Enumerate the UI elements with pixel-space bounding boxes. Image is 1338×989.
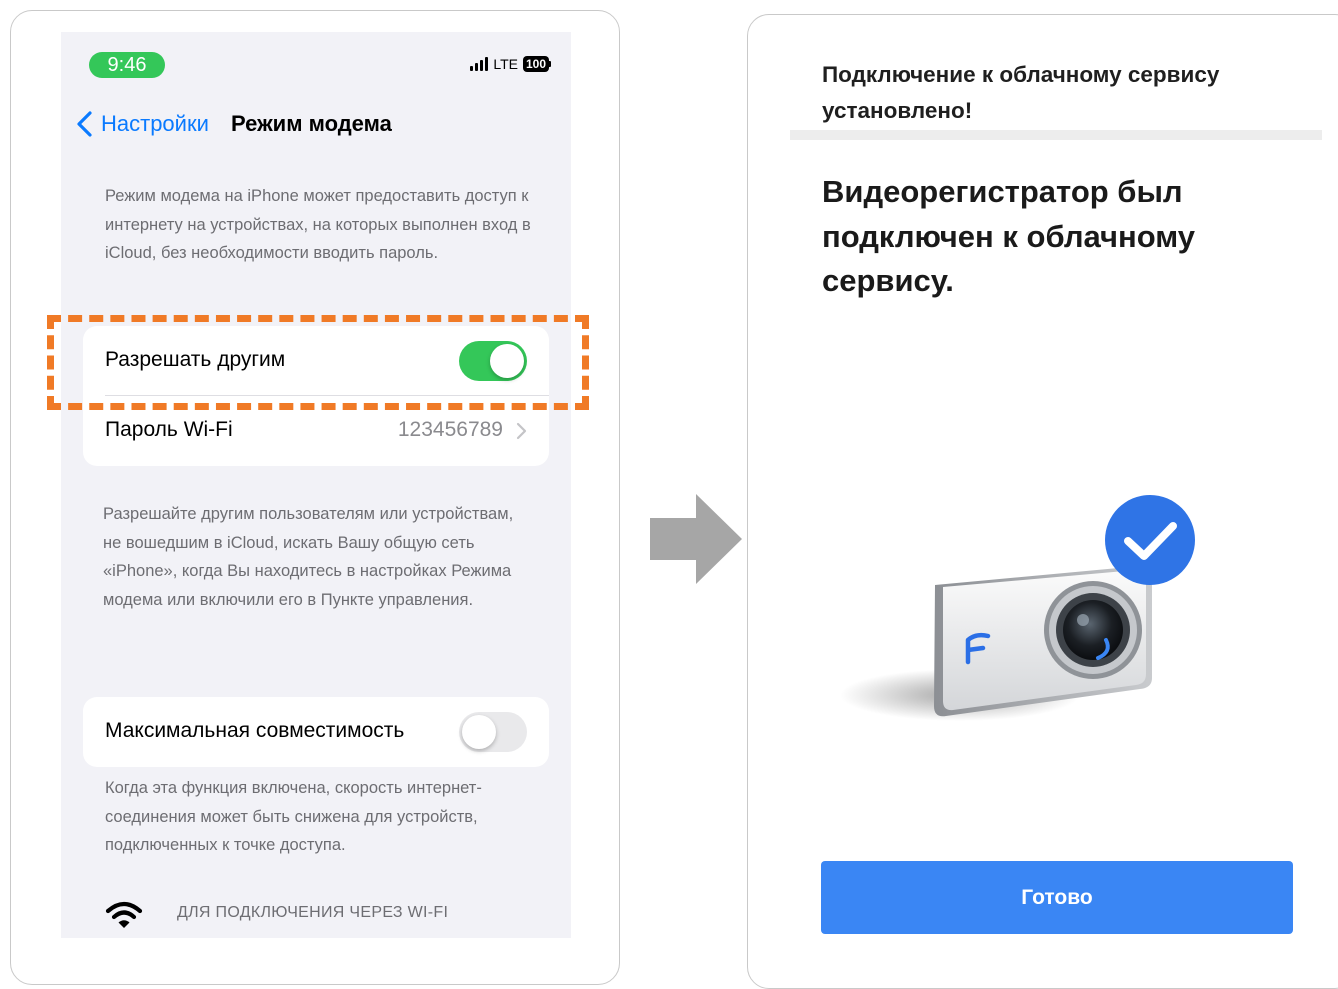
- max-compatibility-description: Когда эта функция включена, скорость инт…: [105, 779, 482, 855]
- highlight-annotation: [47, 315, 589, 410]
- dashcam-connected-illustration: [840, 495, 1195, 721]
- header-divider: [790, 130, 1322, 140]
- wifi-icon: [105, 901, 143, 928]
- max-compatibility-toggle[interactable]: [459, 712, 527, 752]
- chevron-left-icon[interactable]: [73, 110, 97, 138]
- arrow-right-icon: [650, 494, 742, 584]
- wifi-connection-section: ДЛЯ ПОДКЛЮЧЕНИЯ ЧЕРЕЗ WI-FI: [61, 892, 571, 938]
- chevron-right-icon: [516, 422, 527, 440]
- success-message: Видеорегистратор был подключен к облачно…: [822, 174, 1195, 298]
- navigation-bar: Настройки Режим модема: [61, 106, 571, 142]
- page-title: Режим модема: [231, 111, 392, 136]
- hotspot-description: Режим модема на iPhone может предоставит…: [105, 187, 531, 263]
- max-compatibility-row[interactable]: Максимальная совместимость: [83, 697, 549, 767]
- max-compatibility-label: Максимальная совместимость: [105, 719, 405, 742]
- wifi-password-value: 123456789: [397, 418, 503, 441]
- screen-header-title: Подключение к облачному сервису установл…: [822, 62, 1220, 123]
- battery-level: 100: [522, 56, 549, 72]
- status-time: 9:46: [89, 52, 165, 78]
- done-button[interactable]: Готово: [821, 861, 1293, 934]
- status-indicators: LTE 100: [470, 54, 551, 74]
- network-type: LTE: [493, 56, 518, 72]
- battery-icon: 100: [522, 56, 551, 72]
- allow-others-description: Разрешайте другим пользователям или устр…: [103, 505, 514, 609]
- wifi-section-caption: ДЛЯ ПОДКЛЮЧЕНИЯ ЧЕРЕЗ WI-FI: [177, 904, 449, 921]
- signal-icon: [470, 57, 489, 71]
- iphone-hotspot-screen: 9:46 LTE 100 Настройки Режим модема Режи…: [61, 32, 571, 938]
- status-bar: 9:46 LTE 100: [61, 32, 571, 92]
- compatibility-settings-group: Максимальная совместимость: [83, 697, 549, 767]
- back-button[interactable]: Настройки: [101, 111, 209, 137]
- wifi-password-label: Пароль Wi-Fi: [105, 418, 233, 441]
